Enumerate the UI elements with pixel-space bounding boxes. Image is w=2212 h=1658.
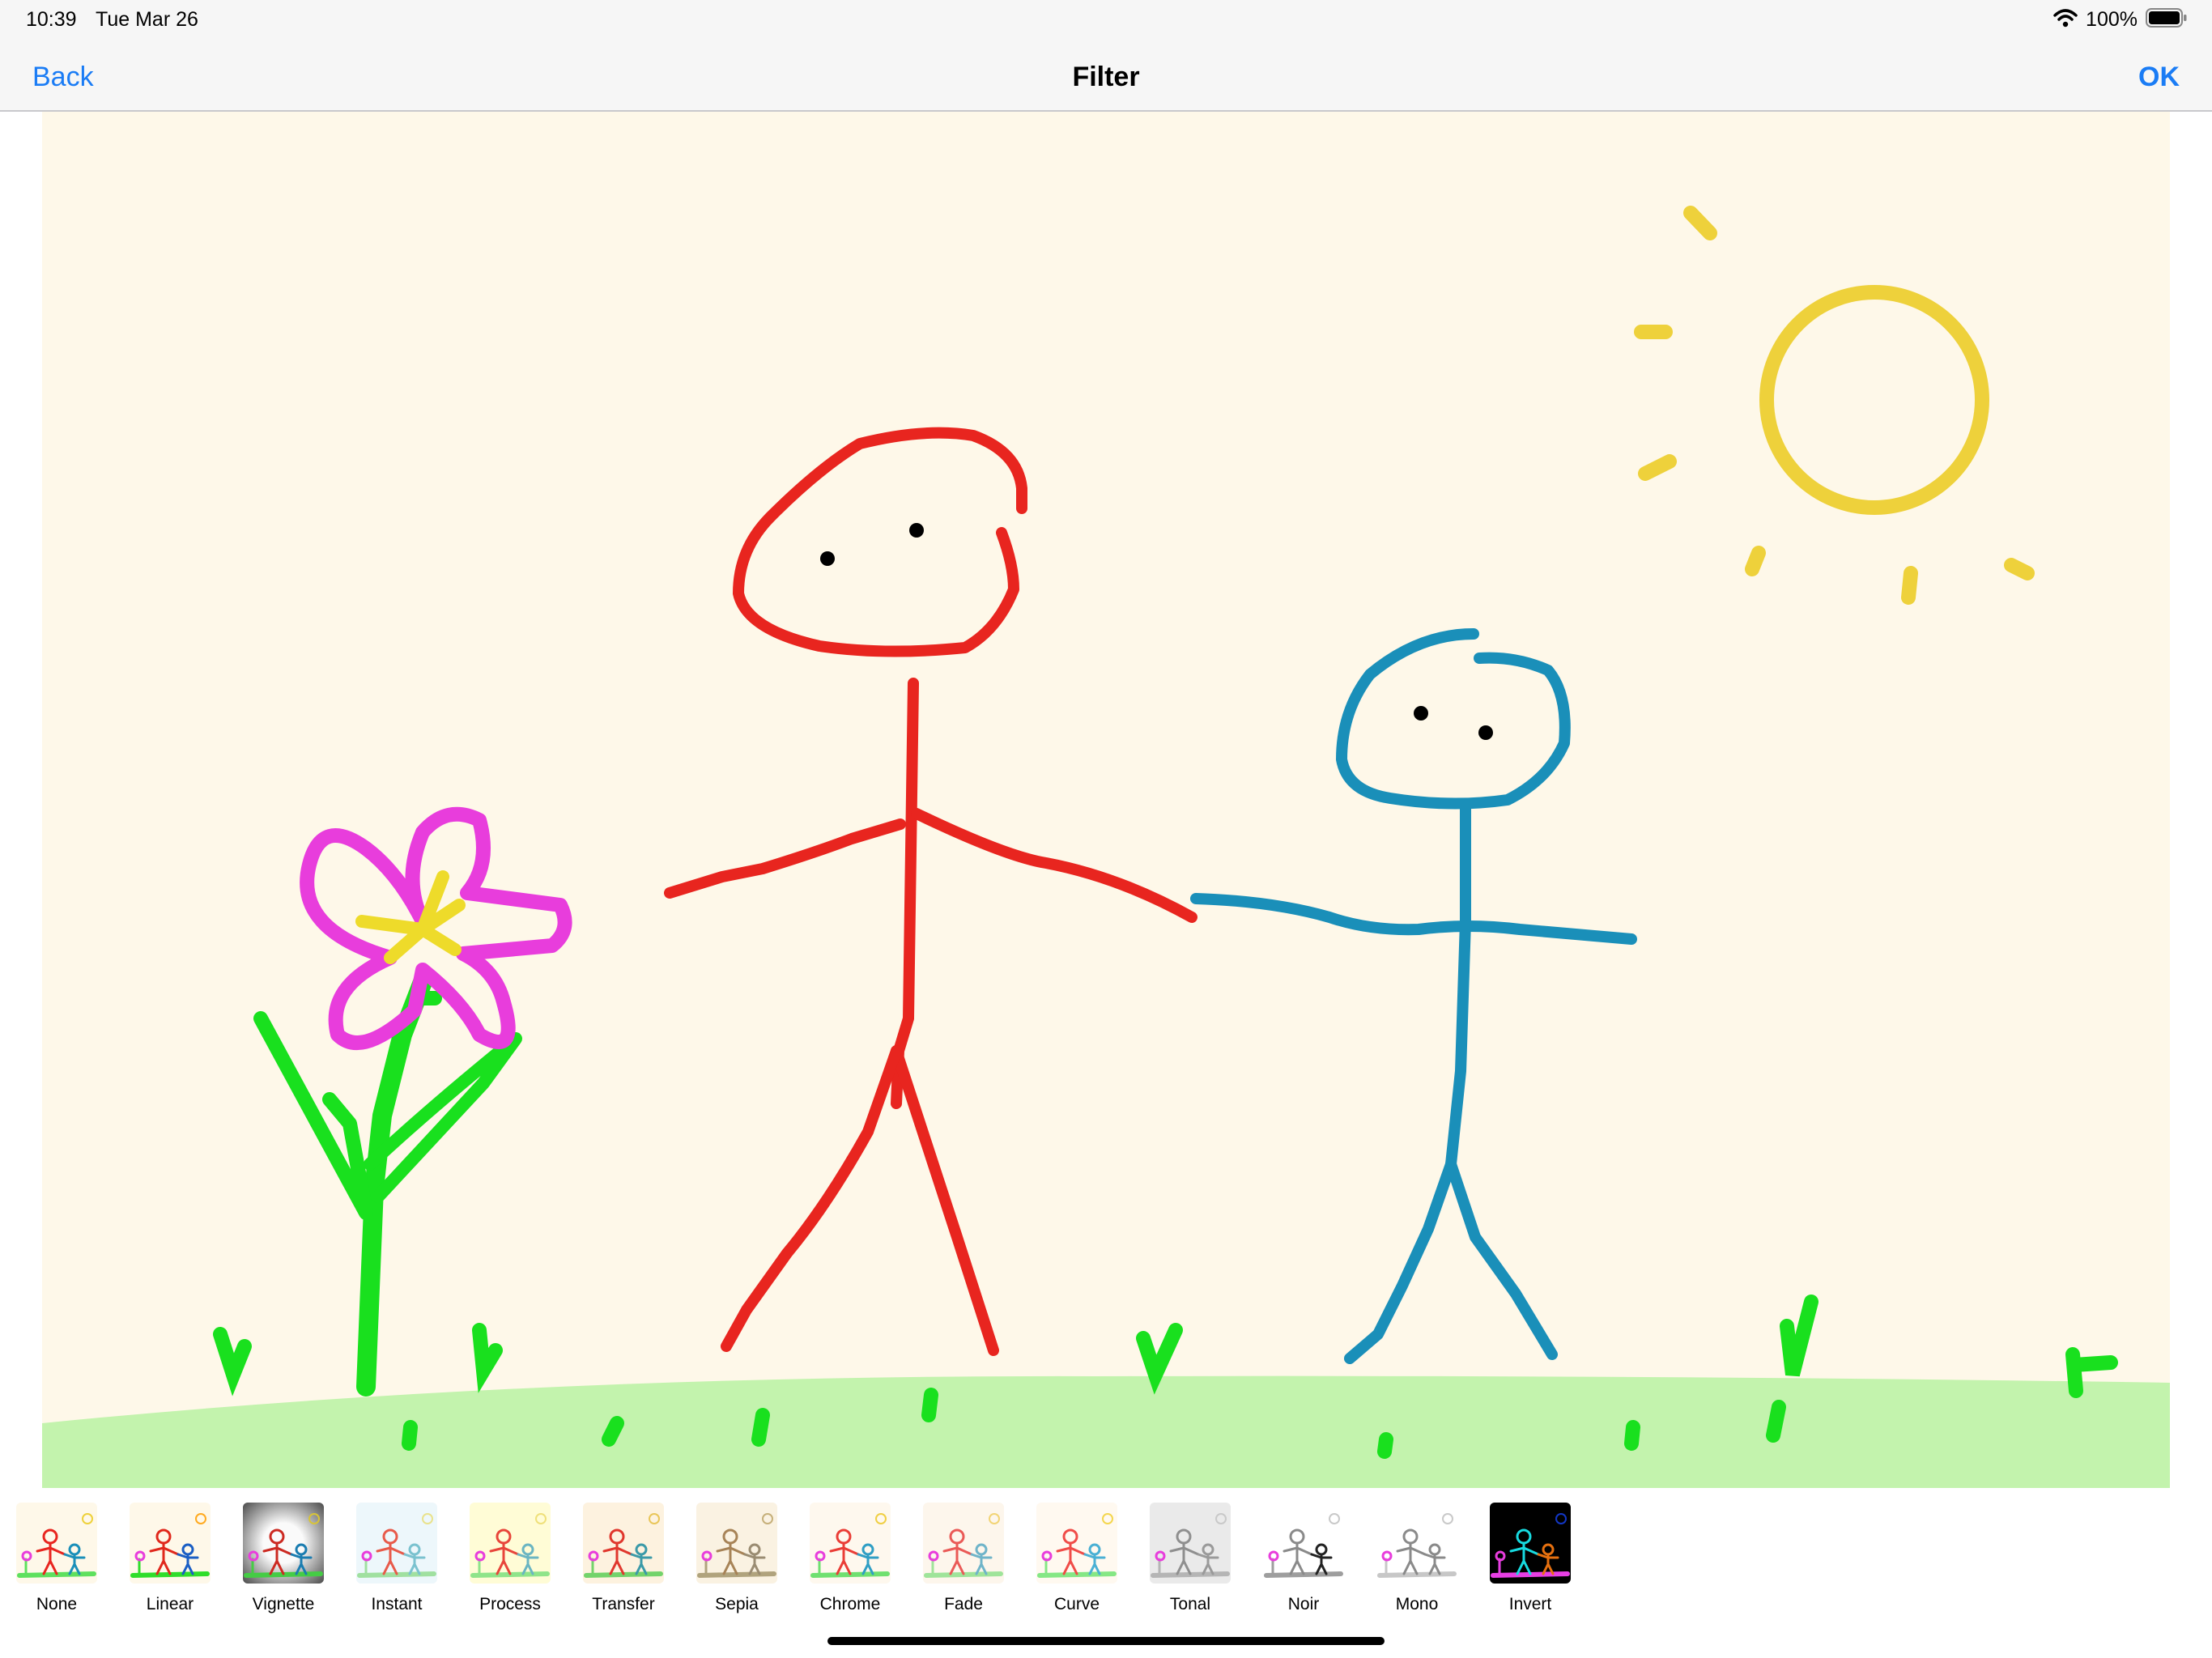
battery-full-icon bbox=[2146, 7, 2188, 32]
status-date: Tue Mar 26 bbox=[96, 8, 198, 31]
filter-label: None bbox=[36, 1595, 78, 1613]
filter-sepia[interactable]: Sepia bbox=[680, 1501, 793, 1622]
filter-thumbnail[interactable] bbox=[583, 1503, 664, 1584]
filter-label: Mono bbox=[1395, 1595, 1439, 1613]
filter-vignette[interactable]: Vignette bbox=[227, 1501, 340, 1622]
filter-thumbnail[interactable] bbox=[130, 1503, 211, 1584]
filter-fade[interactable]: Fade bbox=[907, 1501, 1020, 1622]
filter-thumbnail[interactable] bbox=[356, 1503, 437, 1584]
filter-noir[interactable]: Noir bbox=[1247, 1501, 1360, 1622]
filter-thumbnail[interactable] bbox=[1490, 1503, 1571, 1584]
status-time: 10:39 bbox=[26, 8, 77, 31]
filter-thumbnail[interactable] bbox=[1150, 1503, 1231, 1584]
filter-thumbnail[interactable] bbox=[1036, 1503, 1117, 1584]
filter-thumbnail[interactable] bbox=[470, 1503, 551, 1584]
filter-strip: None Linear Vignette Instant Process Transfer… bbox=[0, 1501, 2212, 1622]
filter-label: Noir bbox=[1287, 1595, 1320, 1613]
filter-invert[interactable]: Invert bbox=[1474, 1501, 1587, 1622]
filter-thumbnail[interactable] bbox=[696, 1503, 777, 1584]
filter-transfer[interactable]: Transfer bbox=[567, 1501, 680, 1622]
filter-label: Chrome bbox=[819, 1595, 881, 1613]
filter-none[interactable]: None bbox=[0, 1501, 113, 1622]
navigation-bar: Back Filter OK bbox=[0, 40, 2212, 112]
filter-linear[interactable]: Linear bbox=[113, 1501, 227, 1622]
filter-label: Transfer bbox=[592, 1595, 655, 1613]
filter-chrome[interactable]: Chrome bbox=[793, 1501, 907, 1622]
filter-thumbnail[interactable] bbox=[810, 1503, 891, 1584]
filter-thumbnail[interactable] bbox=[923, 1503, 1004, 1584]
filter-label: Process bbox=[479, 1595, 541, 1613]
filter-thumbnail[interactable] bbox=[243, 1503, 324, 1584]
status-right: 100% bbox=[2053, 5, 2188, 34]
filter-label: Invert bbox=[1508, 1595, 1552, 1613]
home-indicator bbox=[827, 1637, 1385, 1645]
wifi-icon bbox=[2053, 8, 2078, 32]
filter-curve[interactable]: Curve bbox=[1020, 1501, 1134, 1622]
filter-label: Sepia bbox=[715, 1595, 759, 1613]
filter-process[interactable]: Process bbox=[453, 1501, 567, 1622]
filter-label: Instant bbox=[371, 1595, 423, 1613]
filter-mono[interactable]: Mono bbox=[1360, 1501, 1474, 1622]
filter-thumbnail[interactable] bbox=[1376, 1503, 1457, 1584]
filter-label: Curve bbox=[1053, 1595, 1100, 1613]
filter-label: Vignette bbox=[252, 1595, 315, 1613]
filter-instant[interactable]: Instant bbox=[340, 1501, 453, 1622]
page-title: Filter bbox=[1072, 62, 1140, 92]
filter-label: Fade bbox=[944, 1595, 983, 1613]
filter-tonal[interactable]: Tonal bbox=[1134, 1501, 1247, 1622]
drawing-canvas bbox=[42, 112, 2170, 1488]
status-bar: 10:39 Tue Mar 26 100% bbox=[0, 0, 2212, 40]
filter-thumbnail[interactable] bbox=[1263, 1503, 1344, 1584]
drawing-preview bbox=[42, 112, 2170, 1488]
filter-label: Linear bbox=[146, 1595, 194, 1613]
filter-thumbnail[interactable] bbox=[16, 1503, 97, 1584]
ok-button[interactable]: OK bbox=[2138, 62, 2180, 93]
filter-label: Tonal bbox=[1169, 1595, 1211, 1613]
battery-percentage: 100% bbox=[2086, 7, 2138, 31]
